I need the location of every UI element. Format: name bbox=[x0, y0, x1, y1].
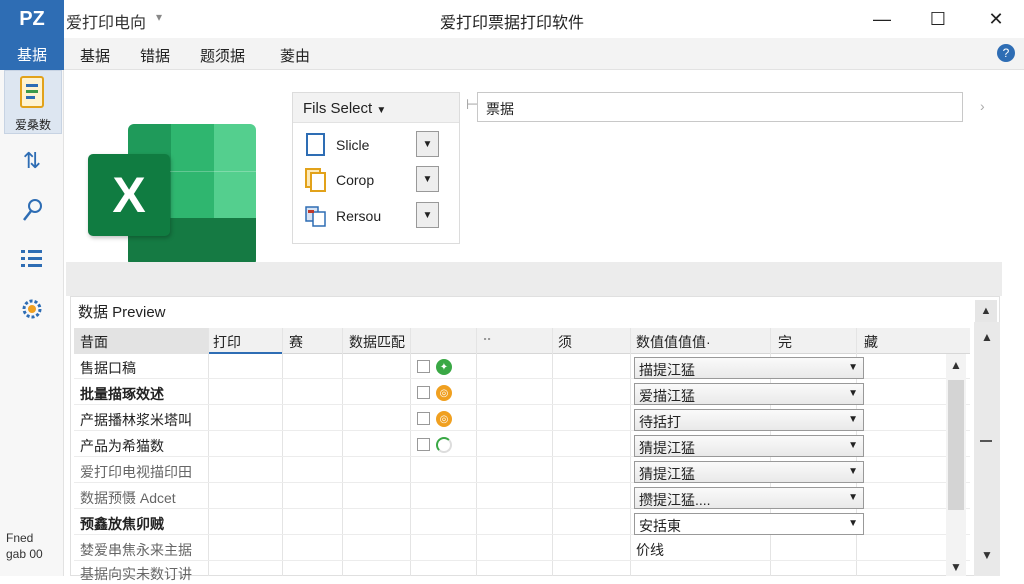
column-header-7[interactable]: 须 bbox=[558, 332, 572, 352]
document-icon bbox=[20, 76, 46, 110]
file-row-label-3[interactable]: Rersou bbox=[336, 208, 381, 224]
row-checkbox[interactable] bbox=[417, 386, 430, 399]
file-row-label-1[interactable]: Slicle bbox=[336, 137, 369, 153]
row-checkbox[interactable] bbox=[417, 360, 430, 373]
maximize-button[interactable]: ☐ bbox=[916, 0, 960, 38]
menu-item-4[interactable]: 菱由 bbox=[280, 45, 310, 66]
row-select-value: 猜提江猛 bbox=[639, 466, 695, 482]
loading-spinner-icon bbox=[436, 437, 452, 453]
menu-item-2[interactable]: 错据 bbox=[140, 45, 170, 66]
file-select-title-text: Fils Select bbox=[303, 100, 373, 117]
menu-item-1[interactable]: 基据 bbox=[80, 45, 110, 66]
row-select-value: 描提江猛 bbox=[639, 362, 695, 378]
table-row-name[interactable]: 产据播林浆米塔叫 bbox=[80, 410, 192, 430]
row-select[interactable]: 描提江猛 ▼ bbox=[634, 357, 864, 379]
sidebar-footer: Fned gab 00 bbox=[6, 530, 60, 562]
file-icon bbox=[305, 133, 327, 157]
row-select[interactable]: 爱描江猛 ▼ bbox=[634, 383, 864, 405]
status-pending-icon: ◎ bbox=[436, 411, 452, 427]
table-row-name[interactable]: 批量描琢效述 bbox=[80, 384, 164, 404]
column-header-4[interactable]: 数据匹配 bbox=[349, 332, 405, 352]
file-row-dropdown-2[interactable]: ▼ bbox=[416, 166, 439, 192]
chevron-down-icon: ▼ bbox=[376, 105, 387, 116]
column-header-3[interactable]: 赛 bbox=[289, 332, 303, 352]
preview-title: 数据 Preview bbox=[78, 304, 166, 321]
chevron-right-icon[interactable]: › bbox=[980, 98, 985, 114]
chevron-down-icon[interactable]: ▾ bbox=[156, 10, 162, 24]
header-cell-focus bbox=[208, 352, 282, 354]
sort-icon[interactable]: ⇅ bbox=[14, 146, 50, 176]
app-logo: PZ bbox=[0, 0, 64, 38]
table-row-name[interactable]: 基据向实未数订讲 bbox=[80, 564, 192, 584]
file-row-label-2[interactable]: Corop bbox=[336, 172, 374, 188]
status-pending-icon: ◎ bbox=[436, 385, 452, 401]
file-select-title[interactable]: Fils Select ▼ bbox=[303, 100, 386, 117]
settings-icon[interactable] bbox=[14, 294, 50, 324]
sidebar-footer-line-2: gab 00 bbox=[6, 547, 43, 561]
file-row-dropdown-1[interactable]: ▼ bbox=[416, 131, 439, 157]
row-checkbox[interactable] bbox=[417, 412, 430, 425]
table-scrollbar-thumb[interactable] bbox=[948, 380, 964, 510]
row-checkbox[interactable] bbox=[417, 438, 430, 451]
column-header-9[interactable]: 完 bbox=[778, 332, 792, 352]
column-header-10[interactable]: 藏 bbox=[864, 332, 878, 352]
scrollbar-grip[interactable] bbox=[980, 440, 992, 442]
excel-badge: X bbox=[88, 154, 170, 236]
row-select[interactable]: 安括東 ▼ bbox=[634, 513, 864, 535]
table-row-name[interactable]: 爱打印电视描印田 bbox=[80, 462, 192, 482]
minimize-button[interactable]: — bbox=[860, 0, 904, 38]
grid-icon[interactable] bbox=[14, 244, 50, 274]
sidebar-active-label: 爱桑数 bbox=[14, 118, 51, 132]
column-header-6[interactable]: ⠒ bbox=[482, 332, 492, 349]
search-input[interactable]: 票据 bbox=[477, 92, 963, 122]
table-row-name[interactable]: 产品为希猫数 bbox=[80, 436, 164, 456]
template-icon bbox=[305, 204, 327, 228]
menu-item-active[interactable]: 基据 bbox=[0, 38, 64, 70]
scroll-down-icon[interactable]: ▼ bbox=[946, 560, 966, 574]
menu-item-3[interactable]: 题须据 bbox=[200, 45, 245, 66]
close-button[interactable]: ✕ bbox=[974, 0, 1018, 38]
row-select[interactable]: 攒提江猛.... ▼ bbox=[634, 487, 864, 509]
row-select[interactable]: 待括打 ▼ bbox=[634, 409, 864, 431]
table-row-name[interactable]: 售据口稿 bbox=[80, 358, 136, 378]
row-value: 价线 bbox=[636, 542, 664, 558]
table-row-name[interactable]: 数据预慑 Adcet bbox=[80, 488, 176, 508]
column-header-1[interactable]: 昔面 bbox=[80, 332, 108, 352]
row-select-value: 安括東 bbox=[639, 518, 681, 534]
row-select-value: 猜提江猛 bbox=[639, 440, 695, 456]
toolbar-band bbox=[66, 262, 1002, 296]
collapse-up-icon[interactable]: ▲ bbox=[975, 300, 997, 322]
column-header-2[interactable]: 打印 bbox=[213, 332, 241, 352]
file-row-dropdown-3[interactable]: ▼ bbox=[416, 202, 439, 228]
scroll-down-icon[interactable]: ▼ bbox=[977, 548, 997, 562]
pin-icon[interactable] bbox=[14, 196, 50, 226]
row-select[interactable]: 猜提江猛 ▼ bbox=[634, 461, 864, 483]
table-row-name[interactable]: 婪爱串焦永来主据 bbox=[80, 540, 192, 560]
sidebar-footer-line-1: Fned bbox=[6, 531, 34, 545]
row-select-value: 攒提江猛.... bbox=[639, 492, 711, 508]
excel-logo-icon: X bbox=[88, 124, 256, 266]
status-ok-icon: ✦ bbox=[436, 359, 452, 375]
panel-scrollbar[interactable] bbox=[974, 322, 1000, 576]
column-header-8[interactable]: 数值值值值· bbox=[636, 332, 711, 352]
row-select-value: 待括打 bbox=[639, 414, 681, 430]
scroll-up-icon[interactable]: ▲ bbox=[977, 330, 997, 344]
document-title[interactable]: 爱打印电向 bbox=[66, 9, 146, 33]
row-select[interactable]: 猜提江猛 ▼ bbox=[634, 435, 864, 457]
scroll-up-icon[interactable]: ▲ bbox=[946, 358, 966, 372]
table-row-name[interactable]: 预鑫放焦卯贼 bbox=[80, 514, 164, 534]
row-select-value: 爱描江猛 bbox=[639, 388, 695, 404]
help-icon[interactable]: ? bbox=[997, 44, 1015, 62]
copy-icon bbox=[305, 168, 327, 192]
